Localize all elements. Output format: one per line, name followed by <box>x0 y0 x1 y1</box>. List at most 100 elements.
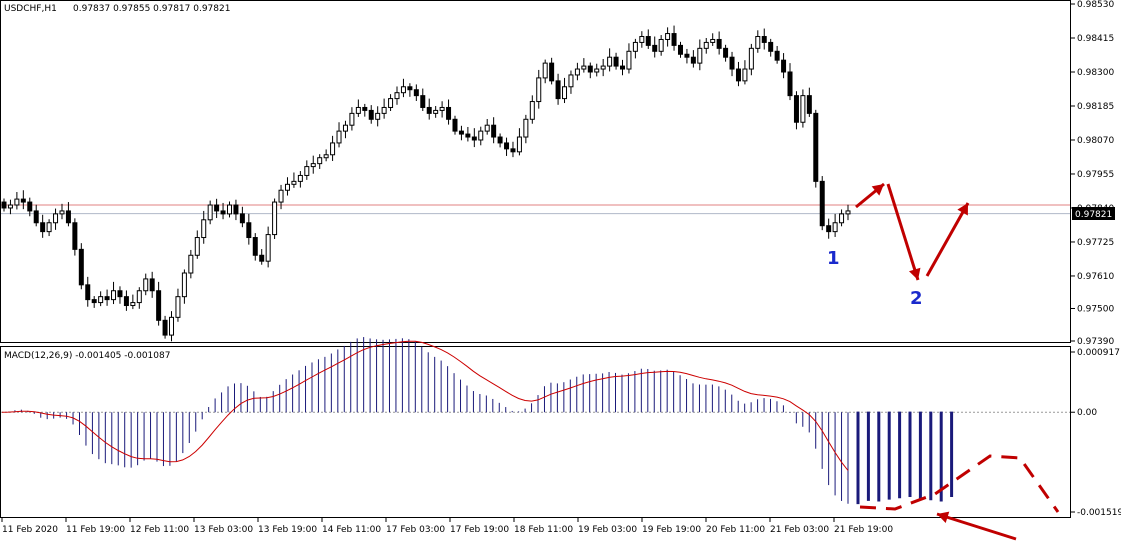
candle-body <box>207 204 213 221</box>
candle-body <box>304 166 310 176</box>
candle-body <box>845 210 851 215</box>
candle-body <box>78 248 84 286</box>
candle-body <box>607 56 613 67</box>
candle-body <box>188 254 194 274</box>
candle-body <box>491 124 497 138</box>
candle-body <box>323 154 329 159</box>
candle-body <box>394 92 400 100</box>
candle-body <box>181 272 187 298</box>
candle-body <box>439 106 445 111</box>
candle-body <box>169 316 175 336</box>
candle-body <box>342 124 348 132</box>
candle-body <box>349 112 355 126</box>
candle-body <box>20 198 26 203</box>
candle-body <box>104 296 110 301</box>
candle-body <box>600 65 606 70</box>
candle-body <box>355 106 361 114</box>
candle-body <box>220 210 226 215</box>
candle-body <box>710 38 716 43</box>
candle-body <box>381 106 387 114</box>
macd-tick-label: 0.000917 <box>1077 348 1120 358</box>
price-tick-label: 0.98530 <box>1077 0 1114 10</box>
candle-body <box>626 50 632 70</box>
candle-body <box>761 36 767 43</box>
time-tick-label: 20 Feb 11:00 <box>706 525 765 535</box>
price-tick-label: 0.98070 <box>1077 136 1114 146</box>
candle-body <box>317 157 323 165</box>
candle-body <box>497 136 503 144</box>
candle-body <box>123 296 129 307</box>
candle-body <box>433 109 439 114</box>
candle-body <box>832 222 838 233</box>
candle-body <box>806 95 812 114</box>
candle-body <box>774 50 780 61</box>
time-tick-label: 17 Feb 03:00 <box>386 525 445 535</box>
candle-body <box>130 302 136 307</box>
candle-body <box>826 225 832 233</box>
chart-ohlc-header: 0.97837 0.97855 0.97817 0.97821 <box>73 4 230 14</box>
candle-body <box>246 222 252 239</box>
candle-body <box>388 98 394 108</box>
candle-body <box>407 86 413 91</box>
candle-body <box>574 68 580 76</box>
current-price-label: 0.97821 <box>1075 210 1112 220</box>
candle-body <box>413 89 419 97</box>
candle-body <box>1 201 7 209</box>
candle-body <box>800 95 806 123</box>
candle-body <box>336 130 342 144</box>
candle-body <box>33 210 39 224</box>
time-tick-label: 13 Feb 03:00 <box>194 525 253 535</box>
candle-body <box>684 53 690 58</box>
macd-title: MACD(12,26,9) -0.001405 -0.001087 <box>4 351 170 361</box>
time-tick-label: 21 Feb 19:00 <box>834 525 893 535</box>
candle-body <box>98 296 104 304</box>
candle-body <box>471 136 477 141</box>
candle-body <box>562 86 568 100</box>
price-tick-label: 0.97725 <box>1077 238 1114 248</box>
time-tick-label: 14 Feb 11:00 <box>322 525 381 535</box>
candle-body <box>226 204 232 215</box>
candle-body <box>768 41 774 52</box>
price-tick-label: 0.97955 <box>1077 170 1114 180</box>
candle-body <box>793 95 799 123</box>
time-tick-label: 12 Feb 11:00 <box>130 525 189 535</box>
candle-body <box>542 62 548 79</box>
candle-body <box>748 47 754 70</box>
candle-body <box>91 299 97 304</box>
candle-body <box>581 65 587 70</box>
candle-body <box>330 142 336 156</box>
candle-body <box>85 284 91 301</box>
candle-body <box>310 163 316 168</box>
chart-symbol-header: USDCHF,H1 <box>4 4 57 14</box>
candle-body <box>162 319 168 336</box>
candle-body <box>149 278 155 292</box>
candle-body <box>568 74 574 88</box>
candle-body <box>7 204 13 209</box>
candle-body <box>613 56 619 67</box>
time-tick-label: 21 Feb 03:00 <box>770 525 829 535</box>
candle-body <box>697 47 703 64</box>
candle-body <box>787 71 793 97</box>
candle-body <box>278 189 284 203</box>
time-tick-label: 19 Feb 19:00 <box>642 525 701 535</box>
candle-body <box>645 36 651 46</box>
price-tick-label: 0.97610 <box>1077 272 1114 282</box>
candle-body <box>65 210 71 224</box>
candle-body <box>59 210 65 215</box>
candle-body <box>620 65 626 70</box>
candle-body <box>639 36 645 43</box>
candle-body <box>536 77 542 103</box>
candle-body <box>478 130 484 141</box>
candle-body <box>362 106 368 111</box>
candle-body <box>781 59 787 73</box>
time-tick-label: 18 Feb 11:00 <box>514 525 573 535</box>
candle-body <box>259 254 265 262</box>
candle-body <box>40 222 46 233</box>
annotation-2: 2 <box>910 288 923 309</box>
candle-body <box>716 38 722 49</box>
candle-body <box>549 62 555 82</box>
candle-body <box>516 136 522 153</box>
candle-body <box>252 237 258 256</box>
candle-body <box>671 33 677 46</box>
candle-body <box>458 130 464 135</box>
